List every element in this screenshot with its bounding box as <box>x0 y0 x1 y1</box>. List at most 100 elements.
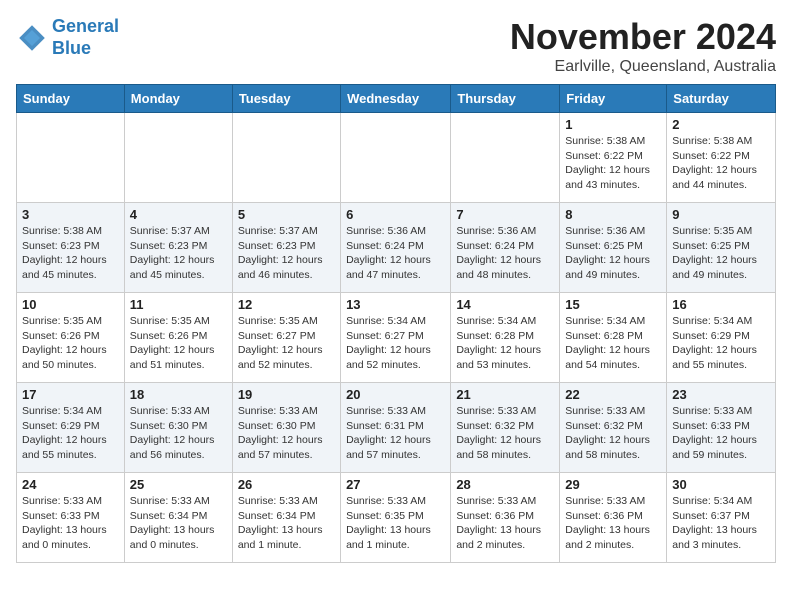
col-sunday: Sunday <box>17 85 125 113</box>
calendar-cell <box>232 113 340 203</box>
calendar-cell: 6 Sunrise: 5:36 AM Sunset: 6:24 PM Daylig… <box>341 203 451 293</box>
col-thursday: Thursday <box>451 85 560 113</box>
day-info: Sunrise: 5:34 AM Sunset: 6:28 PM Dayligh… <box>456 314 554 373</box>
day-info: Sunrise: 5:33 AM Sunset: 6:31 PM Dayligh… <box>346 404 445 463</box>
day-info: Sunrise: 5:35 AM Sunset: 6:26 PM Dayligh… <box>130 314 227 373</box>
day-number: 20 <box>346 387 445 402</box>
week-row-4: 17 Sunrise: 5:34 AM Sunset: 6:29 PM Dayli… <box>17 383 776 473</box>
calendar-cell <box>17 113 125 203</box>
day-info: Sunrise: 5:33 AM Sunset: 6:34 PM Dayligh… <box>130 494 227 553</box>
day-number: 10 <box>22 297 119 312</box>
month-year-title: November 2024 <box>510 16 776 58</box>
calendar-cell: 4Sunrise: 5:37 AM Sunset: 6:23 PM Daylig… <box>124 203 232 293</box>
week-row-3: 10 Sunrise: 5:35 AM Sunset: 6:26 PM Dayli… <box>17 293 776 383</box>
day-number: 6 <box>346 207 445 222</box>
calendar-table: Sunday Monday Tuesday Wednesday Thursday… <box>16 84 776 563</box>
calendar-cell: 29 Sunrise: 5:33 AM Sunset: 6:36 PM Dayli… <box>560 473 667 563</box>
day-info: Sunrise: 5:36 AM Sunset: 6:24 PM Dayligh… <box>346 224 445 283</box>
calendar-cell: 10 Sunrise: 5:35 AM Sunset: 6:26 PM Dayli… <box>17 293 125 383</box>
day-number: 28 <box>456 477 554 492</box>
col-tuesday: Tuesday <box>232 85 340 113</box>
day-info: Sunrise: 5:38 AM Sunset: 6:22 PM Dayligh… <box>565 134 661 193</box>
calendar-header-row: Sunday Monday Tuesday Wednesday Thursday… <box>17 85 776 113</box>
day-info: Sunrise: 5:33 AM Sunset: 6:30 PM Dayligh… <box>238 404 335 463</box>
day-info: Sunrise: 5:33 AM Sunset: 6:30 PM Dayligh… <box>130 404 227 463</box>
calendar-cell <box>341 113 451 203</box>
day-info: Sunrise: 5:33 AM Sunset: 6:35 PM Dayligh… <box>346 494 445 553</box>
day-number: 17 <box>22 387 119 402</box>
day-number: 21 <box>456 387 554 402</box>
col-monday: Monday <box>124 85 232 113</box>
day-info: Sunrise: 5:34 AM Sunset: 6:27 PM Dayligh… <box>346 314 445 373</box>
day-number: 8 <box>565 207 661 222</box>
logo-text: General Blue <box>52 16 119 59</box>
location-subtitle: Earlville, Queensland, Australia <box>510 58 776 76</box>
day-info: Sunrise: 5:33 AM Sunset: 6:32 PM Dayligh… <box>565 404 661 463</box>
day-number: 19 <box>238 387 335 402</box>
day-info: Sunrise: 5:38 AM Sunset: 6:23 PM Dayligh… <box>22 224 119 283</box>
day-info: Sunrise: 5:37 AM Sunset: 6:23 PM Dayligh… <box>130 224 227 283</box>
day-info: Sunrise: 5:33 AM Sunset: 6:34 PM Dayligh… <box>238 494 335 553</box>
calendar-cell: 22 Sunrise: 5:33 AM Sunset: 6:32 PM Dayli… <box>560 383 667 473</box>
day-number: 24 <box>22 477 119 492</box>
day-number: 2 <box>672 117 770 132</box>
header: General Blue November 2024 Earlville, Qu… <box>16 16 776 76</box>
day-number: 14 <box>456 297 554 312</box>
calendar-cell <box>124 113 232 203</box>
week-row-2: 3 Sunrise: 5:38 AM Sunset: 6:23 PM Daylig… <box>17 203 776 293</box>
calendar-cell: 21 Sunrise: 5:33 AM Sunset: 6:32 PM Dayli… <box>451 383 560 473</box>
week-row-1: 1 Sunrise: 5:38 AM Sunset: 6:22 PM Daylig… <box>17 113 776 203</box>
day-info: Sunrise: 5:36 AM Sunset: 6:24 PM Dayligh… <box>456 224 554 283</box>
calendar-cell: 7 Sunrise: 5:36 AM Sunset: 6:24 PM Daylig… <box>451 203 560 293</box>
col-saturday: Saturday <box>667 85 776 113</box>
col-friday: Friday <box>560 85 667 113</box>
day-info: Sunrise: 5:38 AM Sunset: 6:22 PM Dayligh… <box>672 134 770 193</box>
day-info: Sunrise: 5:33 AM Sunset: 6:36 PM Dayligh… <box>456 494 554 553</box>
day-number: 3 <box>22 207 119 222</box>
calendar-cell: 27 Sunrise: 5:33 AM Sunset: 6:35 PM Dayli… <box>341 473 451 563</box>
calendar-cell: 2 Sunrise: 5:38 AM Sunset: 6:22 PM Daylig… <box>667 113 776 203</box>
day-number: 23 <box>672 387 770 402</box>
calendar-cell: 1 Sunrise: 5:38 AM Sunset: 6:22 PM Daylig… <box>560 113 667 203</box>
day-info: Sunrise: 5:37 AM Sunset: 6:23 PM Dayligh… <box>238 224 335 283</box>
day-number: 5 <box>238 207 335 222</box>
calendar-cell: 25 Sunrise: 5:33 AM Sunset: 6:34 PM Dayli… <box>124 473 232 563</box>
day-number: 13 <box>346 297 445 312</box>
day-info: Sunrise: 5:35 AM Sunset: 6:25 PM Dayligh… <box>672 224 770 283</box>
day-number: 16 <box>672 297 770 312</box>
calendar-cell: 12Sunrise: 5:35 AM Sunset: 6:27 PM Dayli… <box>232 293 340 383</box>
day-info: Sunrise: 5:34 AM Sunset: 6:29 PM Dayligh… <box>22 404 119 463</box>
calendar-cell: 24 Sunrise: 5:33 AM Sunset: 6:33 PM Dayli… <box>17 473 125 563</box>
calendar-cell: 3 Sunrise: 5:38 AM Sunset: 6:23 PM Daylig… <box>17 203 125 293</box>
logo-icon <box>16 22 48 54</box>
day-number: 30 <box>672 477 770 492</box>
day-info: Sunrise: 5:36 AM Sunset: 6:25 PM Dayligh… <box>565 224 661 283</box>
day-info: Sunrise: 5:33 AM Sunset: 6:36 PM Dayligh… <box>565 494 661 553</box>
calendar-cell: 8 Sunrise: 5:36 AM Sunset: 6:25 PM Daylig… <box>560 203 667 293</box>
day-info: Sunrise: 5:33 AM Sunset: 6:33 PM Dayligh… <box>22 494 119 553</box>
calendar-cell: 26 Sunrise: 5:33 AM Sunset: 6:34 PM Dayli… <box>232 473 340 563</box>
day-number: 15 <box>565 297 661 312</box>
day-number: 26 <box>238 477 335 492</box>
calendar-cell: 19 Sunrise: 5:33 AM Sunset: 6:30 PM Dayli… <box>232 383 340 473</box>
day-number: 7 <box>456 207 554 222</box>
calendar-cell: 28 Sunrise: 5:33 AM Sunset: 6:36 PM Dayli… <box>451 473 560 563</box>
calendar-cell <box>451 113 560 203</box>
day-number: 27 <box>346 477 445 492</box>
logo: General Blue <box>16 16 119 59</box>
day-info: Sunrise: 5:35 AM Sunset: 6:26 PM Dayligh… <box>22 314 119 373</box>
calendar-cell: 13 Sunrise: 5:34 AM Sunset: 6:27 PM Dayli… <box>341 293 451 383</box>
day-info: Sunrise: 5:34 AM Sunset: 6:28 PM Dayligh… <box>565 314 661 373</box>
day-number: 22 <box>565 387 661 402</box>
calendar-cell: 11 Sunrise: 5:35 AM Sunset: 6:26 PM Dayli… <box>124 293 232 383</box>
day-number: 25 <box>130 477 227 492</box>
day-number: 1 <box>565 117 661 132</box>
day-number: 29 <box>565 477 661 492</box>
calendar-cell: 23Sunrise: 5:33 AM Sunset: 6:33 PM Dayli… <box>667 383 776 473</box>
day-info: Sunrise: 5:34 AM Sunset: 6:37 PM Dayligh… <box>672 494 770 553</box>
week-row-5: 24 Sunrise: 5:33 AM Sunset: 6:33 PM Dayli… <box>17 473 776 563</box>
day-info: Sunrise: 5:33 AM Sunset: 6:32 PM Dayligh… <box>456 404 554 463</box>
calendar-cell: 17 Sunrise: 5:34 AM Sunset: 6:29 PM Dayli… <box>17 383 125 473</box>
calendar-cell: 16Sunrise: 5:34 AM Sunset: 6:29 PM Dayli… <box>667 293 776 383</box>
day-number: 11 <box>130 297 227 312</box>
